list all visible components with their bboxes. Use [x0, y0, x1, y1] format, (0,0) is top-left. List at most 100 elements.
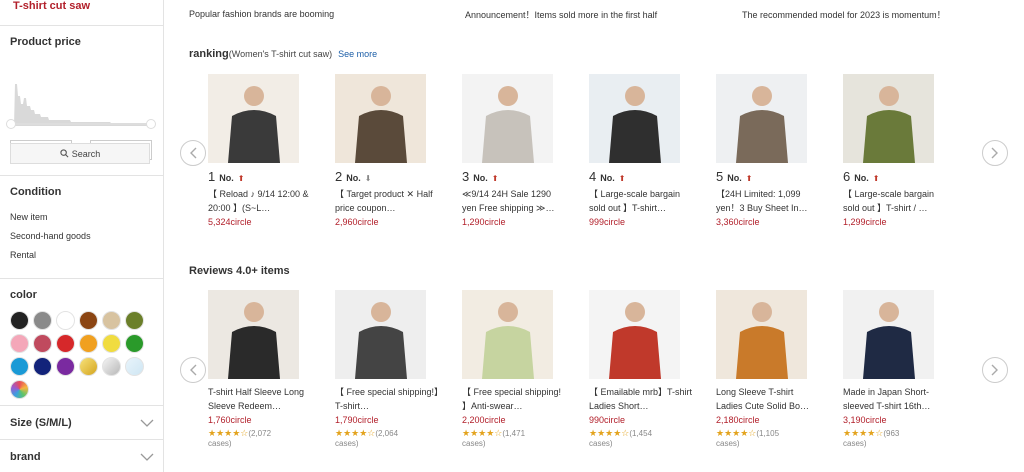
ranking-product-card[interactable]: 6 No. ⬆ 【 Large-scale bargain sold out 】T-s… [843, 74, 948, 227]
review-count-unit: cases) [716, 439, 740, 448]
color-swatch[interactable] [10, 311, 29, 330]
product-price: 1,760circle [208, 415, 252, 425]
review-count: (1,471 [502, 429, 526, 438]
news-item[interactable]: The recommended model for 2023 is moment… [742, 8, 992, 21]
review-product-card[interactable]: Made in Japan Short-sleeved T-shirt 16th… [843, 290, 948, 448]
color-swatch[interactable] [79, 334, 98, 353]
color-swatch[interactable] [102, 334, 121, 353]
product-image[interactable] [589, 74, 680, 163]
color-swatch[interactable] [125, 357, 144, 376]
color-swatch[interactable] [125, 311, 144, 330]
color-swatch[interactable] [56, 357, 75, 376]
product-image[interactable] [716, 290, 807, 379]
price-histogram [10, 84, 152, 126]
product-image[interactable] [208, 74, 299, 163]
review-count-unit: cases) [208, 439, 232, 448]
review-count: (963 [883, 429, 900, 438]
page: T-shirt cut saw Product price circle ~ c… [0, 0, 1024, 472]
product-title[interactable]: T-shirt Half Sleeve Long Sleeve Redeem… [208, 385, 313, 413]
condition-filter-title: Condition [10, 186, 62, 198]
color-swatch[interactable] [10, 380, 29, 399]
color-swatch[interactable] [56, 334, 75, 353]
condition-filter: Condition New item Second-hand goods Renta… [0, 175, 164, 278]
product-image[interactable] [335, 290, 426, 379]
ranking-product-card[interactable]: 3 No. ⬆ ≪9/14 24H Sale 1290 yen Free shippi… [462, 74, 567, 227]
color-swatch[interactable] [10, 357, 29, 376]
review-product-card[interactable]: T-shirt Half Sleeve Long Sleeve Redeem… 1… [208, 290, 313, 448]
price-slider-track[interactable] [10, 123, 152, 125]
color-swatch[interactable] [79, 311, 98, 330]
condition-option[interactable]: Rental [0, 246, 164, 265]
color-swatch[interactable] [79, 357, 98, 376]
rank-no-text: No. [600, 173, 615, 183]
star-rating: ★★★★☆(2,064 [335, 428, 440, 439]
color-swatch[interactable] [33, 311, 52, 330]
product-title[interactable]: 【 Reload ♪ 9/14 12:00 & 20:00 】(S~L… [208, 187, 313, 215]
condition-option[interactable]: Second-hand goods [0, 227, 164, 246]
product-image[interactable] [843, 290, 934, 379]
size-filter-toggle[interactable]: Size (S/M/L) [0, 405, 164, 439]
product-title[interactable]: 【 Large-scale bargain sold out 】T-shirt … [843, 187, 948, 215]
ranking-product-card[interactable]: 1 No. ⬆ 【 Reload ♪ 9/14 12:00 & 20:00 】(S~L… [208, 74, 313, 227]
see-more-link[interactable]: See more [338, 49, 377, 59]
search-icon [60, 149, 69, 158]
review-product-card[interactable]: 【 Free special shipping! 】Anti-swear… 2,2… [462, 290, 567, 448]
color-swatch[interactable] [56, 311, 75, 330]
search-button-label: Search [71, 148, 101, 159]
product-image[interactable] [843, 74, 934, 163]
product-title[interactable]: 【 Target product ✕ Half price coupon… [335, 187, 440, 215]
rank-number: 3 [462, 169, 470, 184]
news-ticker: Popular fashion brands are booming Annou… [165, 0, 1024, 28]
product-title[interactable]: 【 Free special shipping! 】Anti-swear… [462, 385, 567, 413]
review-count-unit: cases) [843, 439, 867, 448]
star-rating: ★★★★☆(963 [843, 428, 948, 439]
ranking-next-button[interactable] [982, 140, 1008, 166]
product-title[interactable]: 【 Large-scale bargain sold out 】T-shirt… [589, 187, 694, 215]
product-title[interactable]: Long Sleeve T-shirt Ladies Cute Solid Bo… [716, 385, 821, 413]
color-swatch[interactable] [33, 357, 52, 376]
product-title[interactable]: 【 Emailable mrb】T-shirt Ladies Short… [589, 385, 694, 413]
color-swatch[interactable] [125, 334, 144, 353]
price-search-button[interactable]: Search [10, 143, 150, 164]
review-product-card[interactable]: Long Sleeve T-shirt Ladies Cute Solid Bo… [716, 290, 821, 448]
color-swatch[interactable] [102, 357, 121, 376]
product-title[interactable]: Made in Japan Short-sleeved T-shirt 16th… [843, 385, 948, 413]
color-swatch[interactable] [102, 311, 121, 330]
product-title[interactable]: ≪9/14 24H Sale 1290 yen Free shipping ≫… [462, 187, 567, 215]
chevron-right-icon [991, 364, 998, 376]
star-rating: ★★★★☆(1,471 [462, 428, 567, 439]
product-image[interactable] [335, 74, 426, 163]
brand-filter-toggle[interactable]: brand [0, 439, 164, 472]
news-item[interactable]: Popular fashion brands are booming [189, 9, 465, 19]
rating-stars: ★★★★☆ [462, 428, 503, 438]
condition-option[interactable]: New item [0, 208, 164, 227]
reviews-next-button[interactable] [982, 357, 1008, 383]
category-title[interactable]: T-shirt cut saw [0, 0, 163, 26]
reviews-prev-button[interactable] [180, 357, 206, 383]
product-image[interactable] [208, 290, 299, 379]
ranking-product-card[interactable]: 2 No. ⬇ 【 Target product ✕ Half price coupo… [335, 74, 440, 227]
condition-list: New item Second-hand goods Rental [0, 208, 164, 265]
review-product-card[interactable]: 【 Emailable mrb】T-shirt Ladies Short… 990… [589, 290, 694, 448]
price-filter-title: Product price [10, 36, 81, 48]
color-swatch[interactable] [10, 334, 29, 353]
ranking-product-card[interactable]: 5 No. ⬆ 【24H Limited: 1,099 yen！3 Buy Sheet… [716, 74, 821, 227]
product-title[interactable]: 【24H Limited: 1,099 yen！3 Buy Sheet In… [716, 187, 821, 215]
rank-number: 5 [716, 169, 724, 184]
rank-no-text: No. [219, 173, 234, 183]
review-product-card[interactable]: 【 Free special shipping!】T-shirt… 1,790ci… [335, 290, 440, 448]
product-image[interactable] [589, 290, 680, 379]
product-price: 2,200circle [462, 415, 506, 425]
product-price: 1,290circle [462, 217, 506, 227]
rank-number: 4 [589, 169, 597, 184]
price-slider-min-handle[interactable] [6, 119, 16, 129]
product-image[interactable] [462, 74, 553, 163]
ranking-product-card[interactable]: 4 No. ⬆ 【 Large-scale bargain sold out 】T-s… [589, 74, 694, 227]
news-item[interactable]: Announcement！Items sold more in the firs… [465, 8, 742, 21]
price-slider-max-handle[interactable] [146, 119, 156, 129]
product-title[interactable]: 【 Free special shipping!】T-shirt… [335, 385, 440, 413]
product-image[interactable] [716, 74, 807, 163]
product-image[interactable] [462, 290, 553, 379]
color-swatch[interactable] [33, 334, 52, 353]
ranking-prev-button[interactable] [180, 140, 206, 166]
